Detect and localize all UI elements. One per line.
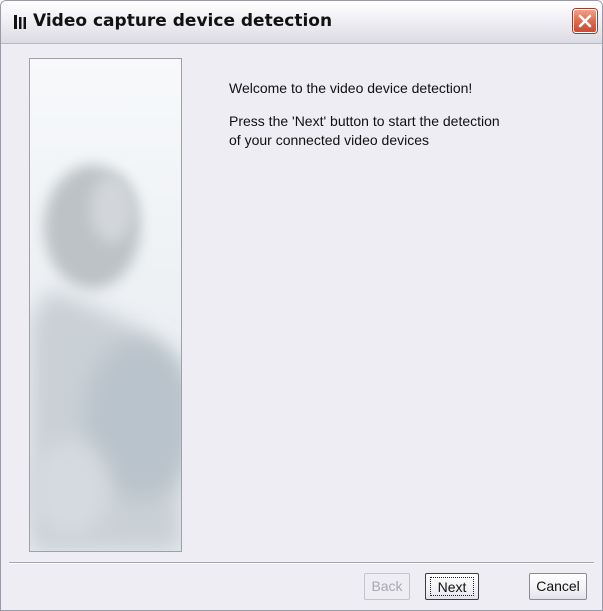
next-button[interactable]: Next bbox=[425, 573, 479, 600]
next-button-label: Next bbox=[430, 577, 474, 596]
cancel-button[interactable]: Cancel bbox=[529, 573, 587, 600]
wizard-side-image bbox=[29, 58, 182, 552]
close-button[interactable] bbox=[573, 9, 597, 33]
instruction-line-1: Press the 'Next' button to start the det… bbox=[229, 113, 500, 129]
window-title: Video capture device detection bbox=[33, 11, 333, 31]
close-icon bbox=[578, 14, 592, 28]
wizard-window: Video capture device detection Welcome t… bbox=[0, 0, 603, 611]
welcome-text: Welcome to the video device detection! bbox=[229, 80, 473, 96]
button-divider bbox=[9, 562, 594, 564]
instruction-text: Press the 'Next' button to start the det… bbox=[229, 112, 589, 150]
wizard-content: Welcome to the video device detection! P… bbox=[229, 79, 589, 150]
instruction-line-2: of your connected video devices bbox=[229, 132, 430, 148]
back-button[interactable]: Back bbox=[364, 573, 410, 600]
app-bars-icon bbox=[13, 14, 29, 30]
title-bar[interactable]: Video capture device detection bbox=[1, 1, 602, 44]
